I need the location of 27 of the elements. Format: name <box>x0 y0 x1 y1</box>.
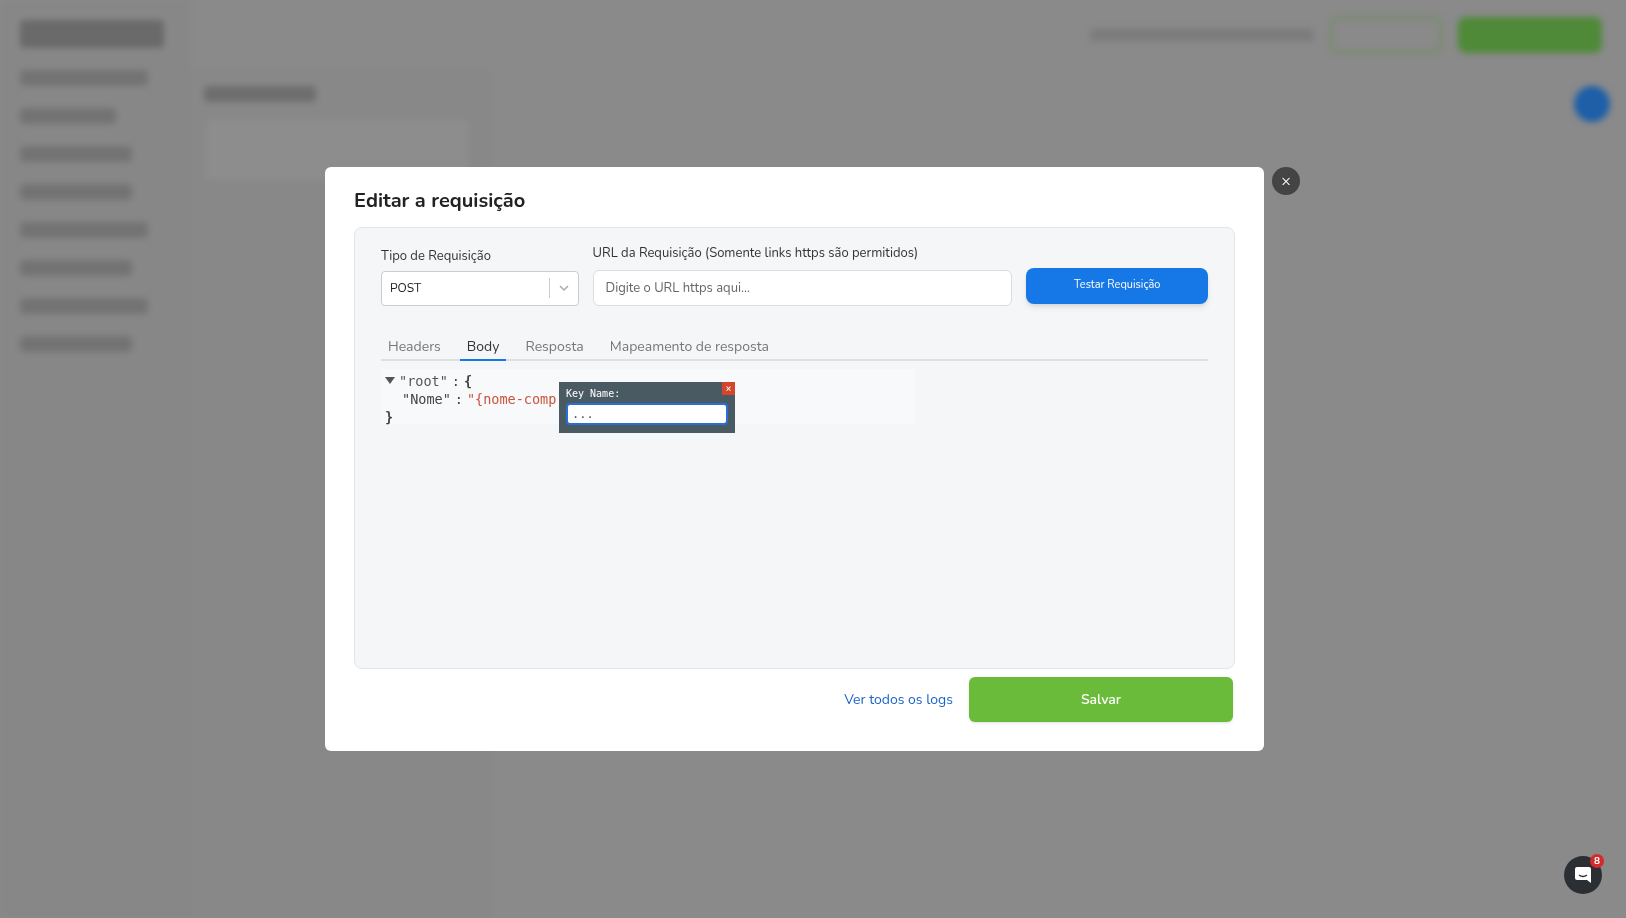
chat-icon <box>1574 866 1592 884</box>
popup-close-button[interactable]: × <box>722 381 735 395</box>
notification-badge: 8 <box>1590 854 1604 868</box>
tab[interactable]: Mapeamento de resposta <box>602 335 777 361</box>
json-key: "root" <box>399 371 448 390</box>
request-type-select[interactable]: POST <box>381 270 579 306</box>
key-name-label: Key Name: <box>566 386 622 401</box>
colon: : <box>451 371 460 390</box>
key-name-input-field[interactable]: ... <box>566 402 728 425</box>
field-label: URL da Requisição (Somente links https são permitidos) <box>592 244 920 264</box>
view-logs-link[interactable]: Ver todos os logs <box>844 689 953 710</box>
tab[interactable]: Body <box>459 335 507 361</box>
test-request-button[interactable]: Testar Requisição <box>1026 267 1208 304</box>
json-value: "{nome-comp <box>466 389 557 408</box>
chevron-down-icon <box>557 282 570 294</box>
json-brace: } <box>385 407 394 426</box>
tab[interactable]: Resposta <box>518 335 591 361</box>
close-button[interactable]: × <box>1272 167 1300 195</box>
json-brace: { <box>463 371 473 390</box>
colon: : <box>454 389 463 408</box>
url-input-field[interactable]: Digite o URL https aqui… <box>592 269 1013 306</box>
modal-title: Editar a requisição <box>354 187 527 215</box>
collapse-triangle-icon[interactable] <box>385 376 395 385</box>
json-key: "Nome" <box>402 389 451 408</box>
chat-launcher-button[interactable]: 8 <box>1564 856 1602 894</box>
tab[interactable]: Headers <box>381 335 448 361</box>
field-label: Tipo de Requisição <box>381 247 492 267</box>
